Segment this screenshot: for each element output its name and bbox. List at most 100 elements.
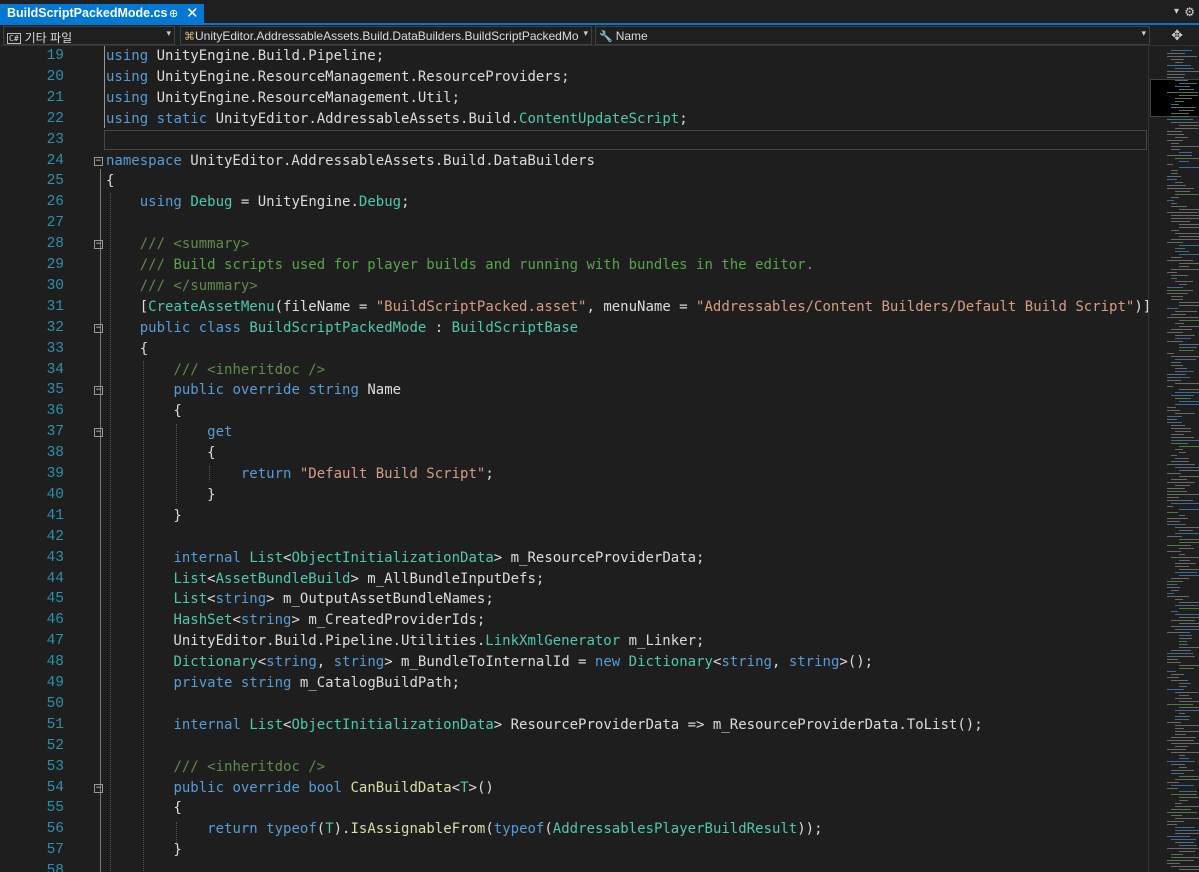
project-dropdown[interactable]: C# 기타 파일 ▾ bbox=[3, 26, 175, 45]
code-token: using bbox=[106, 110, 149, 127]
minimap-line bbox=[1175, 467, 1199, 468]
minimap-line bbox=[1175, 614, 1199, 615]
code-line[interactable]: 53 /// <inheritdoc /> bbox=[0, 757, 1148, 778]
code-line[interactable]: 50 bbox=[0, 694, 1148, 715]
minimap-line bbox=[1171, 443, 1188, 444]
collapse-icon[interactable]: − bbox=[94, 783, 103, 793]
code-line[interactable]: 49 private string m_CatalogBuildPath; bbox=[0, 673, 1148, 694]
minimap-line bbox=[1167, 260, 1193, 261]
collapse-icon[interactable]: − bbox=[94, 428, 103, 438]
code-line[interactable]: 31 [CreateAssetMenu(fileName = "BuildScr… bbox=[0, 297, 1148, 318]
code-line[interactable]: 42 bbox=[0, 527, 1148, 548]
code-line[interactable]: 21 using UnityEngine.ResourceManagement.U… bbox=[0, 88, 1148, 109]
code-line[interactable]: 20 using UnityEngine.ResourceManagement.R… bbox=[0, 67, 1148, 88]
line-number: 51 bbox=[46, 716, 64, 733]
code-text: List<AssetBundleBuild> m_AllBundleInputD… bbox=[106, 569, 544, 590]
minimap-line bbox=[1179, 707, 1199, 708]
minimap-line bbox=[1167, 176, 1181, 177]
code-token: m_Linker; bbox=[620, 633, 705, 650]
code-line[interactable]: 36 { bbox=[0, 401, 1148, 422]
code-line[interactable]: 43 internal List<ObjectInitializationDat… bbox=[0, 548, 1148, 569]
code-line[interactable]: 24 − namespace UnityEditor.AddressableAsse… bbox=[0, 151, 1148, 172]
minimap-line bbox=[1167, 677, 1179, 678]
minimap-line bbox=[1171, 275, 1188, 276]
code-editor[interactable]: 19 using UnityEngine.Build.Pipeline; 20 usi… bbox=[0, 46, 1148, 872]
code-line[interactable]: 37 − get bbox=[0, 422, 1148, 443]
code-line[interactable]: 45 List<string> m_OutputAssetBundleNames… bbox=[0, 589, 1148, 610]
code-token: { bbox=[106, 403, 182, 420]
collapse-icon[interactable]: − bbox=[94, 386, 103, 396]
code-line[interactable]: 23 bbox=[0, 130, 1148, 151]
minimap-line bbox=[1175, 392, 1199, 393]
code-token: >() bbox=[468, 779, 494, 796]
code-line[interactable]: 28 − /// <summary> bbox=[0, 234, 1148, 255]
type-dropdown[interactable]: ⌘UnityEditor.AddressableAssets.Build.Dat… bbox=[180, 26, 592, 45]
code-line[interactable]: 52 bbox=[0, 736, 1148, 757]
member-dropdown[interactable]: 🔧 Name ▾ bbox=[595, 26, 1150, 45]
code-line[interactable]: 46 HashSet<string> m_CreatedProviderIds; bbox=[0, 610, 1148, 631]
settings-gear-icon[interactable]: ⚙ bbox=[1184, 5, 1195, 19]
code-line[interactable]: 32 − public class BuildScriptPackedMode :… bbox=[0, 318, 1148, 339]
line-number: 41 bbox=[46, 507, 64, 524]
line-number: 36 bbox=[46, 403, 64, 420]
code-token: namespace bbox=[106, 152, 182, 169]
code-line[interactable]: 56 return typeof(T).IsAssignableFrom(typ… bbox=[0, 819, 1148, 840]
code-line[interactable]: 26 using Debug = UnityEngine.Debug; bbox=[0, 192, 1148, 213]
minimap-line bbox=[1171, 113, 1189, 114]
minimap-line bbox=[1179, 254, 1199, 255]
code-line[interactable]: 58 bbox=[0, 861, 1148, 872]
minimap-line bbox=[1179, 161, 1189, 162]
code-token: return bbox=[207, 821, 258, 838]
minimap-line bbox=[1179, 623, 1199, 624]
minimap-line bbox=[1167, 584, 1177, 585]
code-line[interactable]: 57 } bbox=[0, 840, 1148, 861]
code-token: UnityEditor.AddressableAssets.Build.Data… bbox=[181, 152, 595, 169]
minimap-line bbox=[1171, 809, 1191, 810]
code-token: /// </summary> bbox=[139, 277, 258, 294]
minimap-line bbox=[1171, 437, 1194, 438]
minimap-line bbox=[1171, 794, 1197, 795]
code-line[interactable]: 39 return "Default Build Script"; bbox=[0, 464, 1148, 485]
code-line[interactable]: 34 /// <inheritdoc /> bbox=[0, 360, 1148, 381]
code-line[interactable]: 27 bbox=[0, 213, 1148, 234]
code-line[interactable]: 44 List<AssetBundleBuild> m_AllBundleInp… bbox=[0, 569, 1148, 590]
code-line[interactable]: 55 { bbox=[0, 798, 1148, 819]
tab-list-dropdown-icon[interactable]: ▾ bbox=[1174, 6, 1179, 17]
minimap-line bbox=[1171, 764, 1185, 765]
collapse-icon[interactable]: − bbox=[94, 156, 103, 166]
code-line[interactable]: 54 − public override bool CanBuildData<T>… bbox=[0, 778, 1148, 799]
code-line[interactable]: 35 − public override string Name bbox=[0, 380, 1148, 401]
document-tab[interactable]: BuildScriptPackedMode.cs ⊕ ✕ bbox=[0, 4, 204, 25]
minimap-line bbox=[1179, 209, 1199, 210]
collapse-icon[interactable]: − bbox=[94, 323, 103, 333]
code-text: { bbox=[106, 798, 181, 819]
split-editor-icon[interactable]: ✥ bbox=[1171, 27, 1183, 44]
code-line[interactable]: 47 UnityEditor.Build.Pipeline.Utilities.… bbox=[0, 631, 1148, 652]
code-line[interactable]: 30 /// </summary> bbox=[0, 276, 1148, 297]
code-line[interactable]: 38 { bbox=[0, 443, 1148, 464]
code-token: using bbox=[106, 89, 149, 106]
line-number: 40 bbox=[46, 486, 64, 503]
code-line[interactable]: 41 } bbox=[0, 506, 1148, 527]
code-line[interactable]: 40 } bbox=[0, 485, 1148, 506]
code-line[interactable]: 48 Dictionary<string, string> m_BundleTo… bbox=[0, 652, 1148, 673]
code-line[interactable]: 19 using UnityEngine.Build.Pipeline; bbox=[0, 46, 1148, 67]
collapse-icon[interactable]: − bbox=[94, 240, 103, 250]
code-line[interactable]: 33 { bbox=[0, 339, 1148, 360]
code-line[interactable]: 51 internal List<ObjectInitializationDat… bbox=[0, 715, 1148, 736]
pin-icon[interactable]: ⊕ bbox=[169, 7, 178, 20]
code-line[interactable]: 29 /// Build scripts used for player bui… bbox=[0, 255, 1148, 276]
minimap-line bbox=[1167, 860, 1194, 861]
code-text: return "Default Build Script"; bbox=[106, 464, 494, 485]
line-number: 52 bbox=[46, 737, 64, 754]
minimap-line bbox=[1167, 341, 1183, 342]
code-token: > m_AllBundleInputDefs; bbox=[350, 570, 545, 587]
close-icon[interactable]: ✕ bbox=[186, 4, 199, 22]
minimap-line bbox=[1171, 365, 1183, 366]
code-minimap[interactable] bbox=[1148, 46, 1199, 872]
code-token: IsAssignableFrom bbox=[350, 821, 486, 838]
code-token: string bbox=[308, 382, 359, 399]
code-line[interactable]: 25 { bbox=[0, 171, 1148, 192]
code-line[interactable]: 22 using static UnityEditor.AddressableAs… bbox=[0, 109, 1148, 130]
